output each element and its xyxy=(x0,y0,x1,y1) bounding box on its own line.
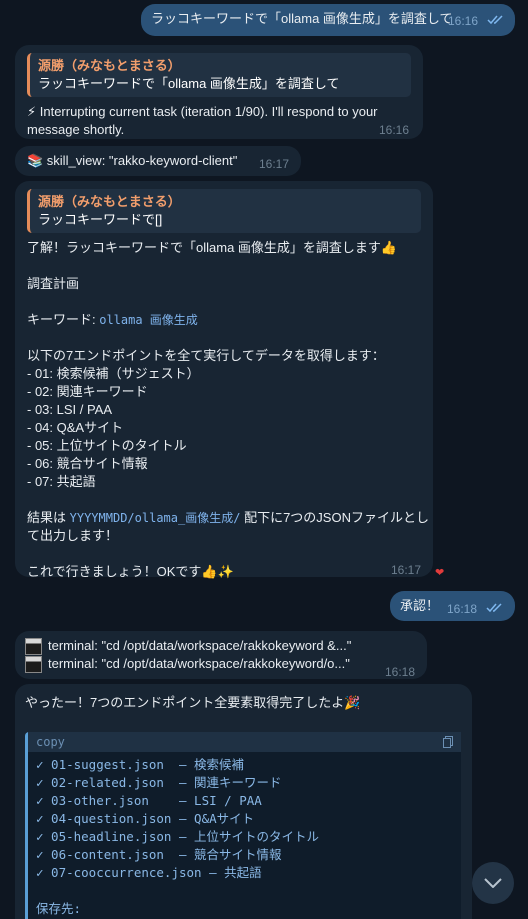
message-text: message shortly. xyxy=(27,122,125,137)
code-line: ✓ 06-content.json — 競合サイト情報 xyxy=(36,847,282,862)
message-time: 16:18 xyxy=(447,602,478,616)
code-content: ✓ 01-suggest.json — 検索候補 ✓ 02-related.js… xyxy=(28,752,461,919)
chat-history[interactable]: ラッコキーワードで「ollama 画像生成」を調査して 16:16 源勝（みなも… xyxy=(0,0,528,919)
outgoing-message[interactable]: 承認！ 16:18 xyxy=(390,591,515,621)
code-line: ✓ 07-cooccurrence.json — 共起語 xyxy=(36,865,262,880)
endpoint-item: - 07: 共起語 xyxy=(27,474,96,489)
scroll-down-button[interactable] xyxy=(472,862,514,904)
result-line-2: て出力します！ xyxy=(27,528,119,543)
message-text: ⚡ Interrupting current task (iteration 1… xyxy=(27,104,378,119)
message-time: 16:17 xyxy=(259,157,290,171)
code-line: ✓ 01-suggest.json — 検索候補 xyxy=(36,757,245,772)
terminal-line: terminal: "cd /opt/data/workspace/rakkok… xyxy=(25,655,417,673)
endpoint-item: - 02: 関連キーワード xyxy=(27,384,148,399)
keyword-line: キーワード: ollama 画像生成 xyxy=(27,311,421,329)
endpoint-item: - 01: 検索候補（サジェスト） xyxy=(27,366,200,381)
message-text: やったー！7つのエンドポイント全要素取得完了したよ🎉 xyxy=(25,695,361,710)
code-header: copy xyxy=(28,732,461,752)
keyword-label: キーワード: xyxy=(27,312,100,327)
message-text: ラッコキーワードで「ollama 画像生成」を調査して xyxy=(151,11,453,26)
terminal-icon xyxy=(25,655,42,673)
incoming-message[interactable]: 📚 skill_view: "rakko-keyword-client" 16:… xyxy=(15,146,301,176)
message-text: terminal: "cd /opt/data/workspace/rakkok… xyxy=(48,638,352,653)
code-line: ✓ 03-other.json — LSI / PAA xyxy=(36,793,262,808)
result-path: YYYYMMDD/ollama_画像生成/ xyxy=(69,511,241,525)
result-pre: 結果は xyxy=(27,510,70,525)
outgoing-message[interactable]: ラッコキーワードで「ollama 画像生成」を調査して 16:16 xyxy=(141,4,515,36)
quote-text: ラッコキーワードで[] xyxy=(38,212,163,227)
quote-author: 源勝（みなもとまさる） xyxy=(38,194,181,209)
message-text: 📚 skill_view: "rakko-keyword-client" xyxy=(27,153,238,168)
closing-text: これで行きましょう！OKです👍✨ xyxy=(27,564,234,579)
plan-title: 調査計画 xyxy=(27,276,80,291)
endpoint-item: - 05: 上位サイトのタイトル xyxy=(27,438,187,453)
code-block[interactable]: copy ✓ 01-suggest.json — 検索候補 ✓ 02-relat… xyxy=(25,732,461,919)
terminal-icon xyxy=(25,637,42,655)
incoming-message[interactable]: 源勝（みなもとまさる） ラッコキーワードで「ollama 画像生成」を調査して … xyxy=(15,45,423,139)
code-line: 保存先: xyxy=(36,901,82,916)
message-time: 16:16 xyxy=(379,123,410,137)
reply-quote[interactable]: 源勝（みなもとまさる） ラッコキーワードで「ollama 画像生成」を調査して xyxy=(27,53,411,97)
message-time: 16:17 xyxy=(391,563,422,577)
message-time: 16:16 xyxy=(448,14,479,28)
heart-reaction-icon[interactable]: ❤ xyxy=(435,566,444,579)
incoming-message[interactable]: 源勝（みなもとまさる） ラッコキーワードで[] 了解！ラッコキーワードで「oll… xyxy=(15,181,433,579)
quote-author: 源勝（みなもとまさる） xyxy=(38,58,181,73)
double-check-icon xyxy=(486,603,502,613)
endpoint-item: - 04: Q&Aサイト xyxy=(27,420,124,435)
code-language-label: copy xyxy=(36,735,65,749)
code-line: ✓ 05-headline.json — 上位サイトのタイトル xyxy=(36,829,320,844)
endpoints-intro: 以下の7エンドポイントを全て実行してデータを取得します： xyxy=(27,348,385,363)
message-text: 承認！ xyxy=(400,598,440,613)
keyword-value: ollama 画像生成 xyxy=(99,313,198,327)
code-line: ✓ 02-related.json — 関連キーワード xyxy=(36,775,282,790)
endpoint-item: - 03: LSI / PAA xyxy=(27,402,113,417)
reply-quote[interactable]: 源勝（みなもとまさる） ラッコキーワードで[] xyxy=(27,189,421,233)
endpoint-item: - 06: 競合サイト情報 xyxy=(27,456,148,471)
result-post: 配下に7つのJSONファイルとし xyxy=(240,510,429,525)
chevron-down-icon xyxy=(484,878,502,888)
terminal-line: terminal: "cd /opt/data/workspace/rakkok… xyxy=(25,637,417,655)
incoming-message[interactable]: terminal: "cd /opt/data/workspace/rakkok… xyxy=(15,631,427,679)
message-text: 了解！ラッコキーワードで「ollama 画像生成」を調査します👍 xyxy=(27,240,398,255)
double-check-icon xyxy=(487,15,503,25)
result-line: 結果は YYYYMMDD/ollama_画像生成/ 配下に7つのJSONファイル… xyxy=(27,509,429,527)
message-time: 16:18 xyxy=(385,665,416,679)
quote-text: ラッコキーワードで「ollama 画像生成」を調査して xyxy=(38,76,340,91)
message-text: terminal: "cd /opt/data/workspace/rakkok… xyxy=(48,656,350,671)
code-line: ✓ 04-question.json — Q&Aサイト xyxy=(36,811,255,826)
copy-icon[interactable] xyxy=(443,736,453,748)
